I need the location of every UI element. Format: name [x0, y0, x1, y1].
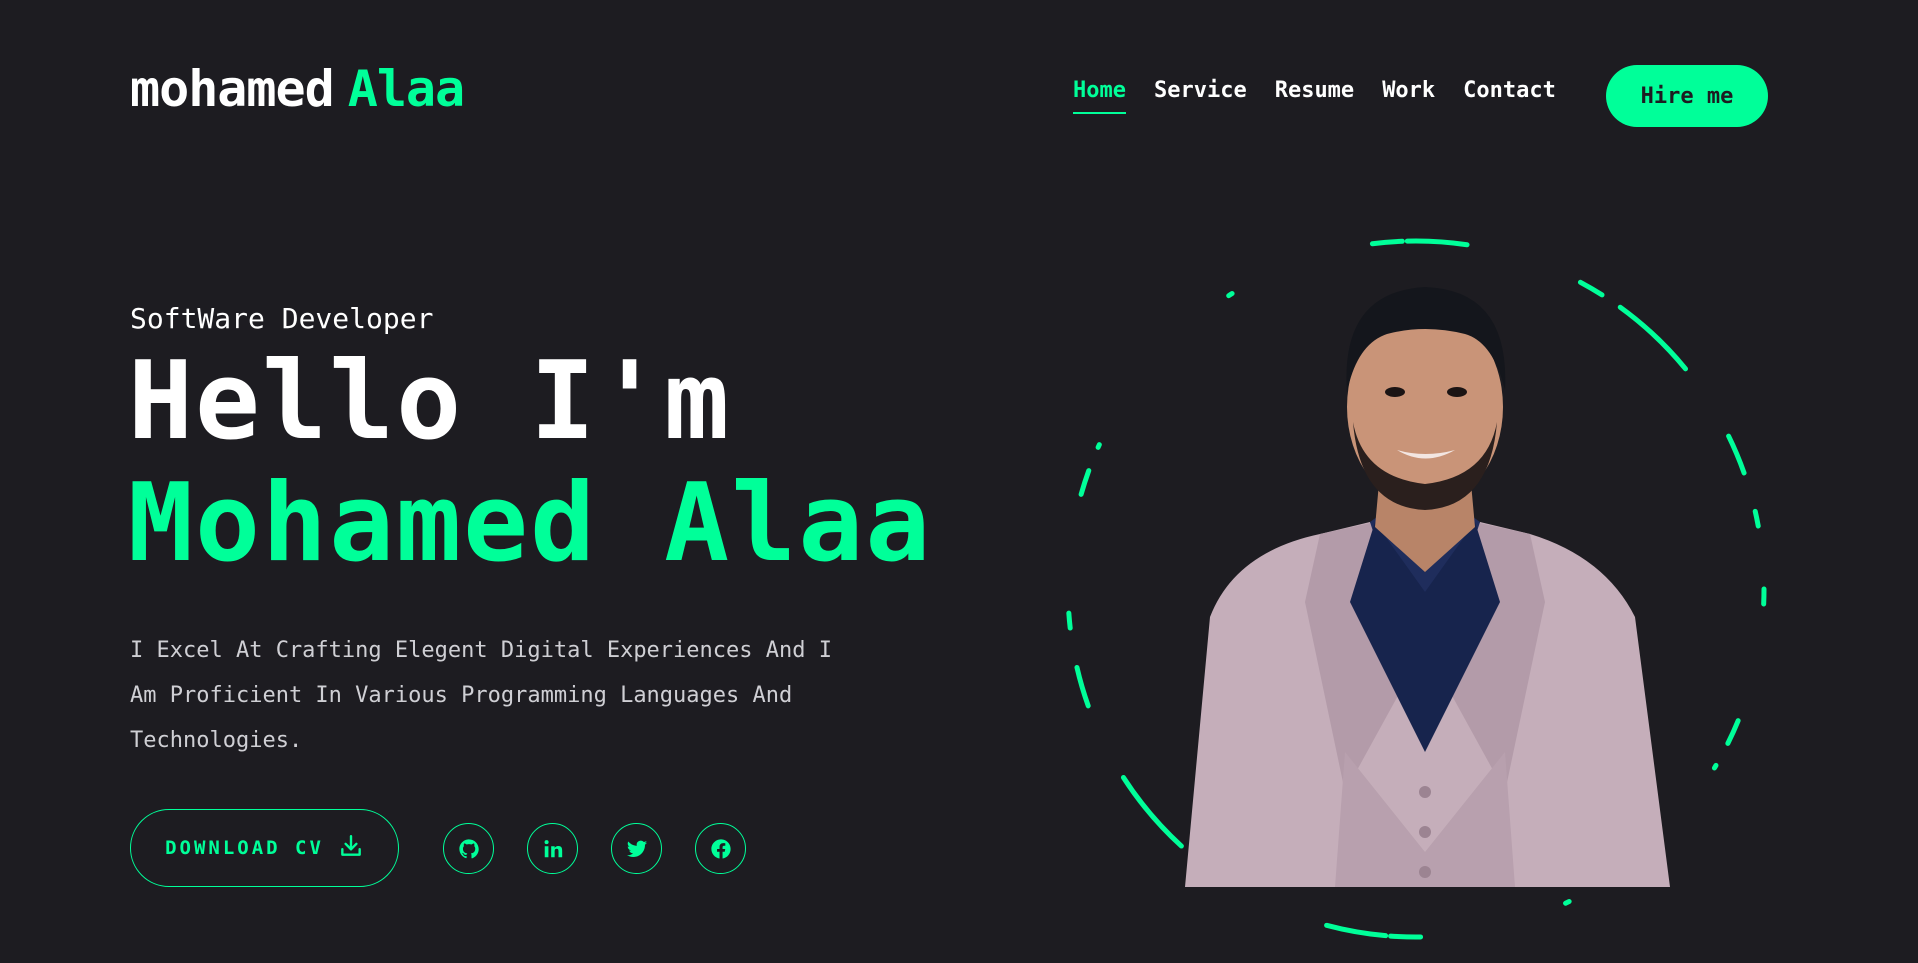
linkedin-icon[interactable]: [527, 823, 578, 874]
github-icon[interactable]: [443, 823, 494, 874]
hire-me-button[interactable]: Hire me: [1606, 65, 1768, 127]
social-links: [443, 823, 746, 874]
logo-first-name: mohamed: [130, 60, 335, 118]
nav-item-work[interactable]: Work: [1382, 80, 1435, 114]
twitter-icon[interactable]: [611, 823, 662, 874]
download-cv-button[interactable]: DOWNLOAD CV: [130, 809, 399, 887]
logo-last-name: Alaa: [347, 60, 465, 118]
hero-greeting: Hello I'm: [128, 339, 732, 464]
page: mohamed Alaa Home Service Resume Work Con…: [0, 0, 1918, 963]
download-cv-label: DOWNLOAD CV: [165, 837, 324, 859]
nav-item-contact[interactable]: Contact: [1463, 80, 1556, 114]
download-icon: [338, 833, 364, 864]
site-logo[interactable]: mohamed Alaa: [130, 64, 465, 114]
hero-description: I Excel At Crafting Elegent Digital Expe…: [130, 638, 832, 753]
nav-item-resume[interactable]: Resume: [1275, 80, 1354, 114]
facebook-icon[interactable]: [695, 823, 746, 874]
profile-photo: [1185, 287, 1670, 887]
nav-item-service[interactable]: Service: [1154, 80, 1247, 114]
main-nav: Home Service Resume Work Contact: [1073, 80, 1556, 114]
nav-item-home[interactable]: Home: [1073, 80, 1126, 114]
hero-subtitle: SoftWare Developer: [130, 302, 434, 335]
hero-name: Mohamed Alaa: [128, 461, 933, 586]
